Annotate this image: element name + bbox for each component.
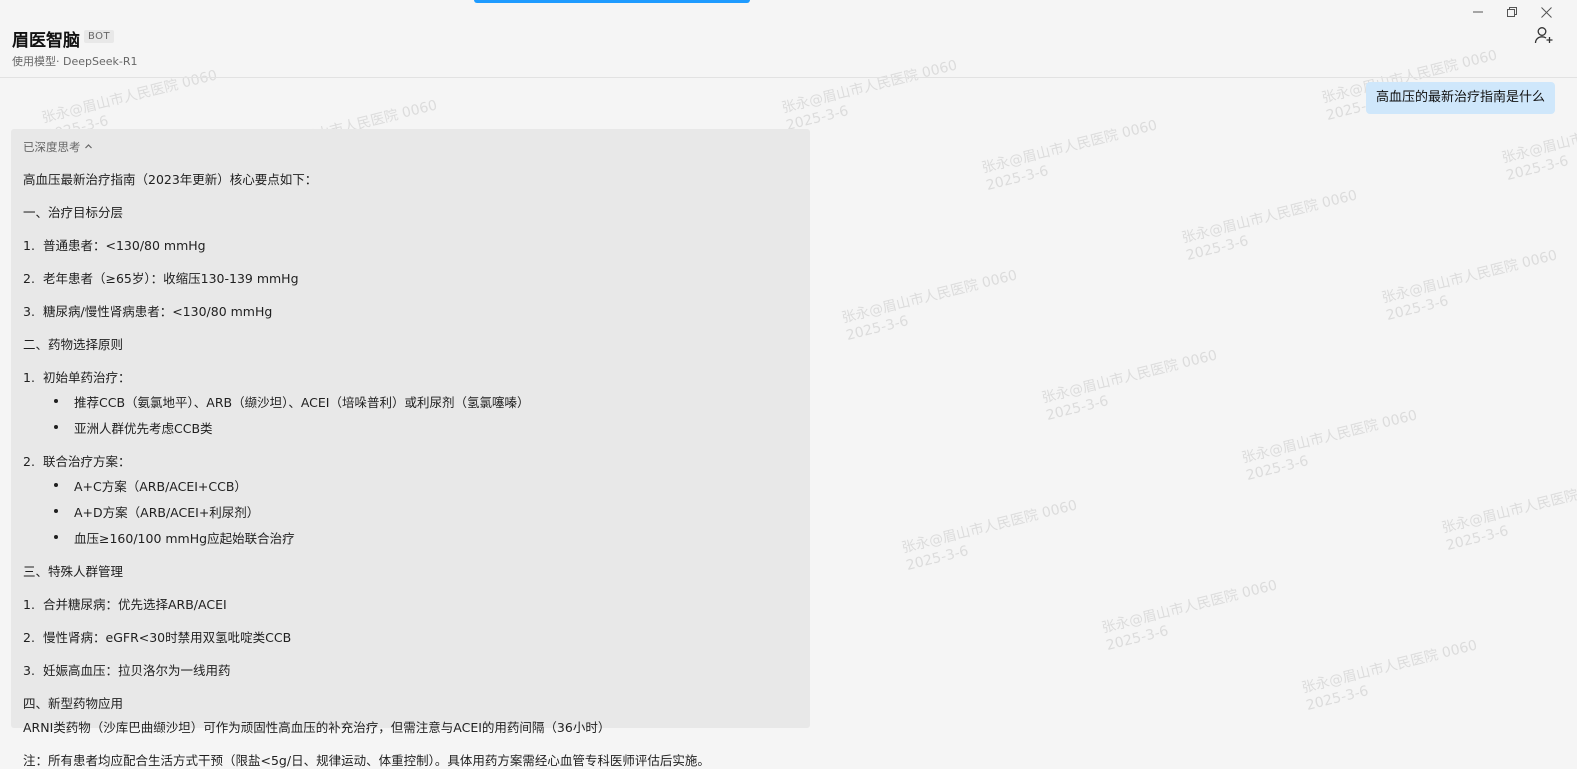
watermark-text: 张永@眉山市人民医院 00602025-3-6 [1300, 637, 1479, 714]
bot-title: 眉医智脑 [12, 31, 80, 51]
chat-header: 眉医智脑 BOT 使用模型· DeepSeek-R1 [0, 0, 1577, 78]
watermark-text: 张永@眉山市人民医院 00602025-3-6 [1500, 107, 1577, 184]
list-item-text: 初始单药治疗： [43, 370, 131, 385]
watermark-text: 张永@眉山市人民医院 00602025-3-6 [1180, 187, 1359, 264]
list-item-text: 慢性肾病：eGFR<30时禁用双氢吡啶类CCB [43, 630, 292, 645]
bullet-list: A+C方案（ARB/ACEI+CCB） A+D方案（ARB/ACEI+利尿剂） … [23, 476, 798, 547]
section-title-1: 一、治疗目标分层 [23, 205, 124, 220]
list-item: 3. 妊娠高血压：拉贝洛尔为一线用药 [23, 663, 231, 678]
bullet-item: 亚洲人群优先考虑CCB类 [23, 418, 798, 437]
list-item-text: 联合治疗方案： [43, 454, 131, 469]
watermark-text: 张永@眉山市人民医院 00602025-3-6 [1100, 577, 1279, 654]
list-item-text: 糖尿病/慢性肾病患者：<130/80 mmHg [43, 304, 273, 319]
close-icon [1540, 6, 1552, 18]
assistant-reply-card: 已深度思考 高血压最新治疗指南（2023年更新）核心要点如下： 一、治疗目标分层… [11, 129, 810, 768]
list-item-text: 老年患者（≥65岁）：收缩压130-139 mmHg [43, 271, 299, 286]
bullet-list: 推荐CCB（氨氯地平）、ARB（缬沙坦）、ACEI（培哚普利）或利尿剂（氢氯噻嗪… [23, 392, 798, 437]
watermark-text: 张永@眉山市人民医院 00602025-3-6 [1440, 477, 1577, 554]
list-item-text: 妊娠高血压：拉贝洛尔为一线用药 [43, 663, 231, 678]
watermark-text: 张永@眉山市人民医院 00602025-3-6 [840, 267, 1019, 344]
list-item: 1. 初始单药治疗： [23, 370, 131, 385]
list-item: 2. 联合治疗方案： [23, 454, 131, 469]
watermark-text: 张永@眉山市人民医院 00602025-3-6 [1380, 247, 1559, 324]
model-label: 使用模型· DeepSeek-R1 [12, 55, 138, 68]
section-title-4: 四、新型药物应用 [23, 696, 124, 711]
window-controls [1461, 4, 1563, 20]
think-label: 已深度思考 [23, 140, 81, 154]
close-button[interactable] [1529, 4, 1563, 20]
add-user-button[interactable] [1533, 26, 1555, 48]
chevron-up-icon [84, 140, 93, 154]
list-item-text: 普通患者：<130/80 mmHg [43, 238, 206, 253]
watermark-text: 张永@眉山市人民医院 00602025-3-6 [1040, 347, 1219, 424]
reply-intro: 高血压最新治疗指南（2023年更新）核心要点如下： [23, 172, 318, 187]
reply-note: 注：所有患者均应配合生活方式干预（限盐<5g/日、规律运动、体重控制）。具体用药… [23, 753, 710, 768]
list-item: 2. 老年患者（≥65岁）：收缩压130-139 mmHg [23, 271, 299, 286]
bot-badge: BOT [84, 30, 115, 43]
list-item: 1. 合并糖尿病：优先选择ARB/ACEI [23, 597, 227, 612]
deep-think-toggle[interactable]: 已深度思考 [23, 139, 798, 155]
minimize-icon [1473, 7, 1483, 17]
restore-icon [1507, 7, 1517, 17]
list-item-text: 合并糖尿病：优先选择ARB/ACEI [43, 597, 227, 612]
list-item: 1. 普通患者：<130/80 mmHg [23, 238, 206, 253]
bullet-item: 血压≥160/100 mmHg应起始联合治疗 [23, 528, 798, 547]
list-item: 2. 慢性肾病：eGFR<30时禁用双氢吡啶类CCB [23, 630, 292, 645]
add-user-icon [1534, 25, 1554, 49]
section-4-text: ARNI类药物（沙库巴曲缬沙坦）可作为顽固性高血压的补充治疗，但需注意与ACEI… [23, 720, 611, 735]
bullet-item: 推荐CCB（氨氯地平）、ARB（缬沙坦）、ACEI（培哚普利）或利尿剂（氢氯噻嗪… [23, 392, 798, 411]
list-item: 3. 糖尿病/慢性肾病患者：<130/80 mmHg [23, 304, 273, 319]
watermark-text: 张永@眉山市人民医院 00602025-3-6 [980, 117, 1159, 194]
watermark-text: 张永@眉山市人民医院 00602025-3-6 [1240, 407, 1419, 484]
user-message-bubble: 高血压的最新治疗指南是什么 [1365, 82, 1555, 114]
watermark-text: 张永@眉山市人民医院 00602025-3-6 [900, 497, 1079, 574]
restore-button[interactable] [1495, 4, 1529, 20]
bullet-item: A+D方案（ARB/ACEI+利尿剂） [23, 502, 798, 521]
minimize-button[interactable] [1461, 4, 1495, 20]
bullet-item: A+C方案（ARB/ACEI+CCB） [23, 476, 798, 495]
section-title-3: 三、特殊人群管理 [23, 564, 124, 579]
section-title-2: 二、药物选择原则 [23, 337, 124, 352]
